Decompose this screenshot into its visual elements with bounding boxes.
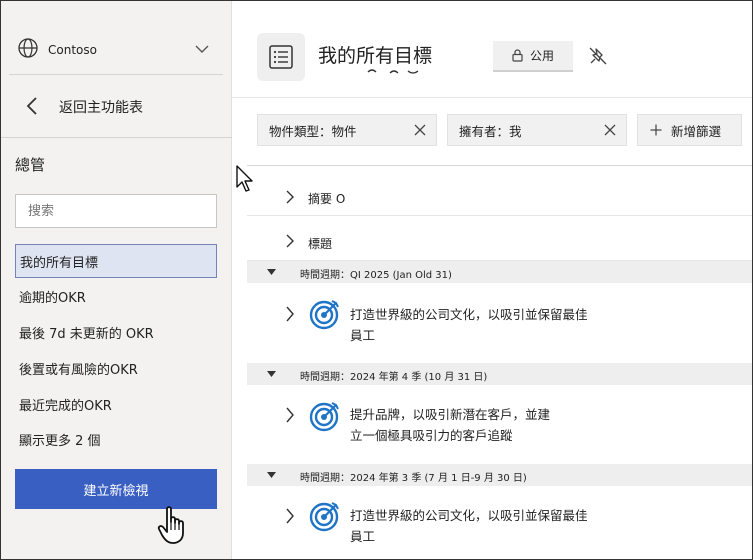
chevron-right-icon[interactable]	[285, 406, 295, 424]
section-title: 總管	[15, 156, 46, 174]
chevron-down-icon[interactable]	[195, 44, 209, 54]
visibility-button[interactable]: 公用	[493, 41, 573, 72]
filter-chip-owner-label: 擁有者：我	[459, 123, 522, 139]
add-filter-button[interactable]: 新增篩選	[637, 114, 742, 146]
tenant-name: Contoso	[48, 43, 97, 57]
edit-squiggle	[367, 69, 419, 74]
hand-pointer-icon	[157, 506, 184, 544]
target-icon	[309, 402, 339, 432]
chevron-right-icon[interactable]	[285, 305, 295, 323]
chevron-right-icon[interactable]	[285, 189, 295, 205]
visibility-label: 公用	[529, 49, 554, 63]
column-title-label: 標題	[308, 237, 333, 251]
objective-title[interactable]: 提升品牌，以吸引新潛在客戶，並建立一個極具吸引力的客戶追蹤	[350, 404, 560, 446]
nav-item-at-risk[interactable]: 後置或有風險的OKR	[15, 351, 217, 385]
chevron-left-icon[interactable]	[26, 96, 38, 116]
target-icon	[309, 300, 339, 330]
caret-down-icon[interactable]	[267, 472, 276, 478]
group-label: 時間週期：2024 年第 4 季 (10 月 31 日)	[300, 372, 488, 383]
plus-icon	[650, 124, 662, 136]
list-icon	[269, 45, 293, 69]
lock-icon	[512, 49, 523, 62]
search-input[interactable]	[15, 194, 217, 228]
page-icon	[257, 33, 305, 81]
caret-down-icon[interactable]	[267, 371, 276, 377]
page-title: 我的所有目標	[318, 45, 433, 67]
globe-icon	[18, 38, 38, 58]
create-view-button[interactable]: 建立新檢視	[15, 469, 217, 509]
nav-item-not-updated[interactable]: 最後 7d 未更新的 OKR	[15, 315, 217, 349]
group-label: 時間週期：QI 2025 (Jan Old 31)	[300, 270, 452, 281]
nav-item-overdue[interactable]: 逾期的OKR	[15, 279, 217, 313]
target-icon	[309, 502, 339, 532]
mouse-cursor-icon	[236, 165, 253, 192]
nav-item-recently-completed[interactable]: 最近完成的OKR	[15, 387, 217, 421]
chevron-right-icon[interactable]	[285, 233, 295, 249]
add-filter-label: 新增篩選	[671, 123, 722, 139]
chevron-right-icon[interactable]	[285, 507, 295, 525]
close-icon[interactable]	[414, 124, 426, 136]
close-icon[interactable]	[604, 124, 616, 136]
objective-title[interactable]: 打造世界級的公司文化，以吸引並保留最佳員工	[350, 505, 590, 547]
filter-chip-type-label: 物件類型：物件	[269, 123, 357, 139]
back-label[interactable]: 返回主功能表	[59, 97, 143, 117]
header-divider	[232, 97, 752, 98]
caret-down-icon[interactable]	[267, 269, 276, 275]
tenant-switcher[interactable]	[9, 1, 223, 75]
filter-divider	[247, 165, 752, 166]
filter-chip-owner[interactable]: 擁有者：我	[447, 114, 627, 146]
nav-item-my-objectives[interactable]: 我的所有目標	[15, 244, 217, 278]
main-panel: 我的所有目標 公用 物件類型：物件 擁有者：我 新增篩選 摘要 O 標題 時間週…	[232, 1, 752, 559]
objective-title[interactable]: 打造世界級的公司文化，以吸引並保留最佳員工	[350, 304, 590, 346]
nav-item-show-more[interactable]: 顯示更多 2 個	[15, 422, 217, 456]
pin-off-icon[interactable]	[588, 46, 608, 68]
group-label: 時間週期：2024 年第 3 季 (7 月 1 日-9 月 30 日)	[300, 473, 527, 484]
column-summary-label: 摘要 O	[308, 192, 346, 206]
sidebar: Contoso 返回主功能表 總管 我的所有目標 逾期的OKR 最後 7d 未更…	[1, 1, 232, 559]
filter-chip-type[interactable]: 物件類型：物件	[257, 114, 437, 146]
app-window: Contoso 返回主功能表 總管 我的所有目標 逾期的OKR 最後 7d 未更…	[0, 0, 753, 560]
